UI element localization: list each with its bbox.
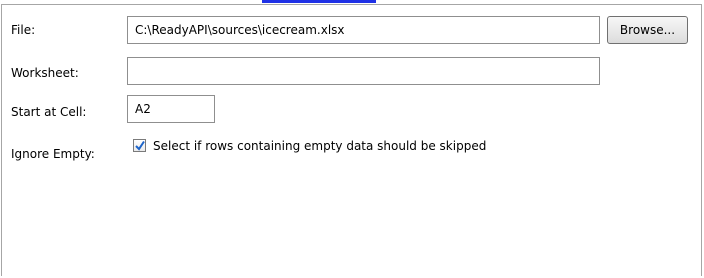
start-cell-input[interactable]: A2 bbox=[127, 95, 215, 123]
worksheet-label: Worksheet: bbox=[11, 66, 79, 80]
browse-button[interactable]: Browse... bbox=[607, 16, 688, 44]
checkmark-icon bbox=[135, 140, 145, 151]
worksheet-input[interactable] bbox=[127, 57, 600, 85]
ignore-empty-label: Ignore Empty: bbox=[11, 147, 95, 161]
ignore-empty-description: Select if rows containing empty data sho… bbox=[153, 139, 487, 153]
top-accent-bar bbox=[262, 0, 376, 3]
file-path-input[interactable]: C:\ReadyAPI\sources\icecream.xlsx bbox=[127, 16, 600, 44]
ignore-empty-checkbox[interactable] bbox=[133, 139, 146, 152]
start-cell-label: Start at Cell: bbox=[11, 105, 87, 119]
file-label: File: bbox=[11, 23, 36, 37]
